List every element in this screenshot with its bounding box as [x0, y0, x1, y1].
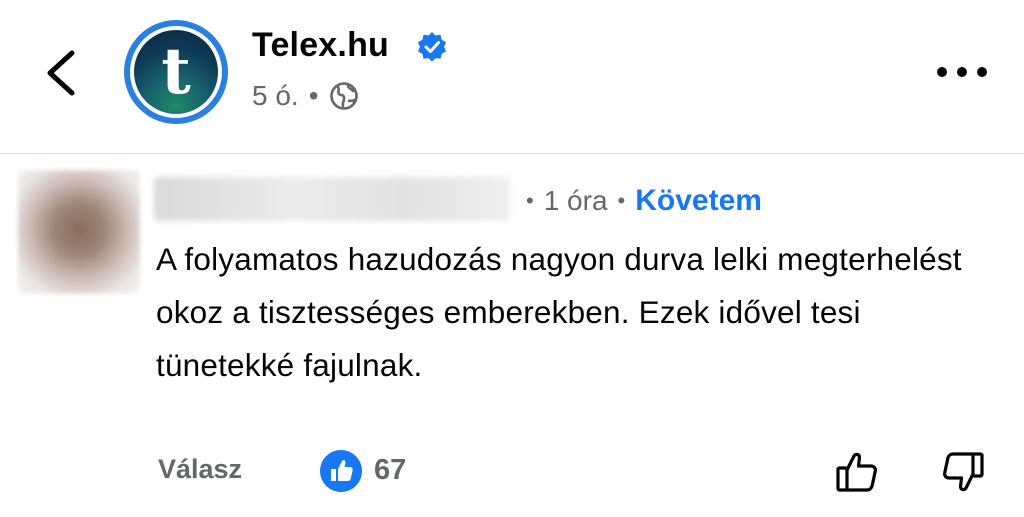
like-count: 67: [374, 454, 407, 486]
reply-button[interactable]: Válasz: [158, 454, 242, 485]
meta-separator: •: [617, 188, 626, 213]
header-divider: [0, 153, 1024, 154]
comment-text: A folyamatos hazudozás nagyon durva lelk…: [156, 241, 962, 383]
more-options-icon[interactable]: [934, 60, 990, 84]
post-time: 5 ó.: [252, 80, 299, 111]
commenter-name-redacted[interactable]: [154, 177, 510, 221]
meta-separator: •: [308, 80, 319, 111]
globe-icon: [329, 82, 358, 110]
comment-time: 1 óra: [543, 185, 608, 216]
post-meta: 5 ó. •: [252, 80, 359, 112]
telex-logo: t: [134, 30, 218, 114]
commenter-avatar[interactable]: [18, 170, 140, 294]
like-reaction-icon[interactable]: [320, 450, 362, 492]
post-header: t Telex.hu 5 ó. •: [0, 0, 1024, 153]
meta-separator: •: [526, 188, 534, 213]
logo-letter: t: [161, 34, 191, 109]
page-avatar[interactable]: t: [124, 20, 228, 124]
verified-badge-icon: [418, 32, 446, 62]
chevron-left-icon[interactable]: [40, 45, 84, 101]
comment-meta: • 1 óra • Követem: [516, 184, 762, 218]
follow-link[interactable]: Követem: [635, 184, 762, 218]
thumbs-down-icon[interactable]: [940, 448, 986, 496]
thumbs-up-icon[interactable]: [834, 448, 880, 496]
page-name[interactable]: Telex.hu: [252, 26, 389, 65]
